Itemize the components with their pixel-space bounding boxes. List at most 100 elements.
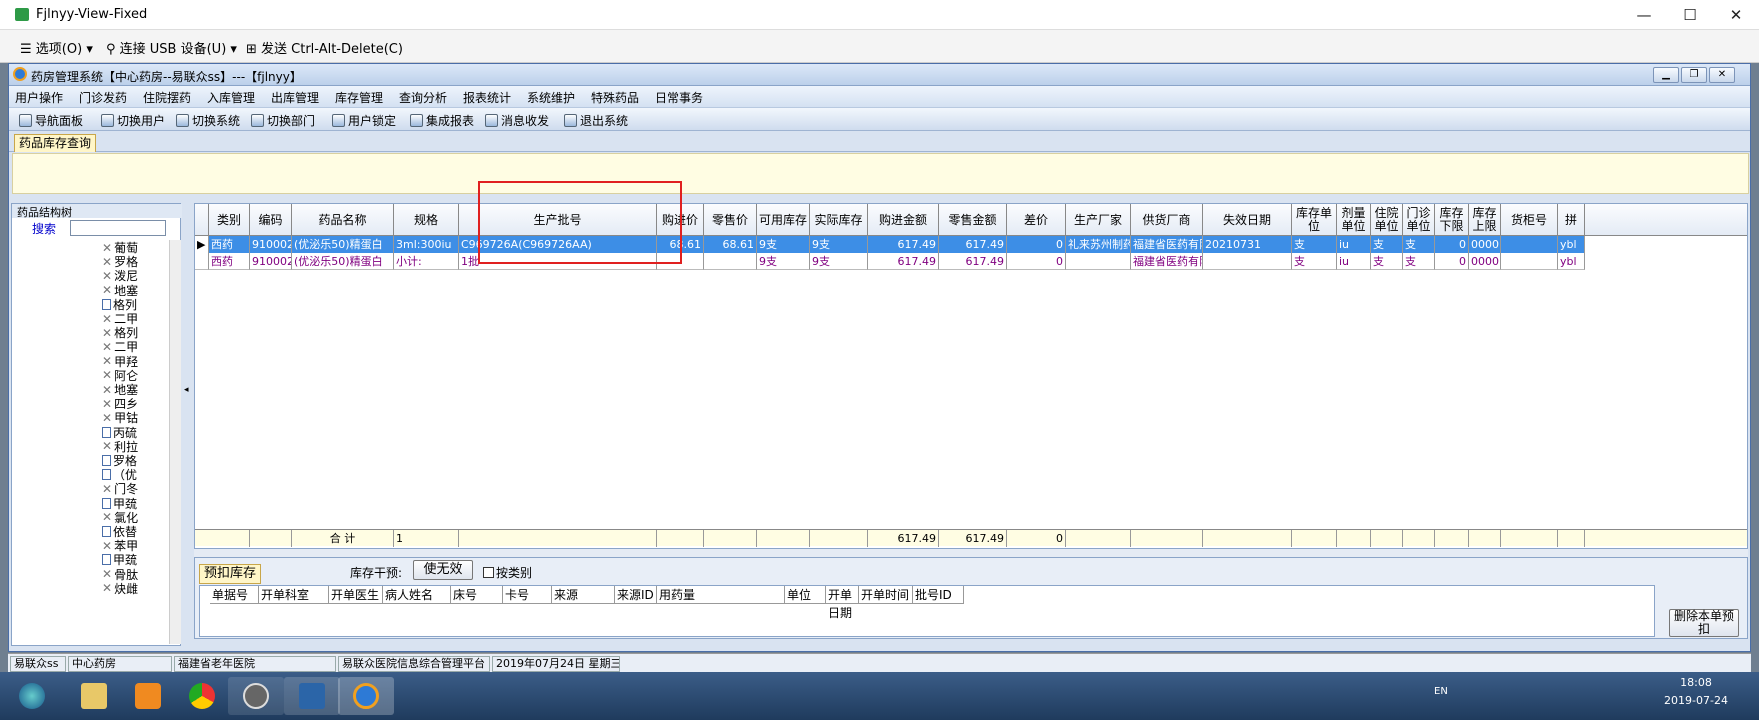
table-cell[interactable] bbox=[1501, 236, 1558, 253]
reserve-column-header[interactable]: 开单科室 bbox=[259, 586, 329, 604]
table-cell[interactable] bbox=[1066, 253, 1131, 270]
tree-collapse-handle[interactable]: ◂ bbox=[183, 203, 193, 646]
sql-taskbar-button[interactable] bbox=[284, 677, 340, 715]
tree-item[interactable]: ✕ 骨肽 bbox=[102, 567, 142, 582]
table-cell[interactable]: 3ml:300iu bbox=[394, 236, 459, 253]
reserve-column-header[interactable]: 来源ID bbox=[615, 586, 657, 604]
reserve-column-header[interactable]: 病人姓名 bbox=[383, 586, 451, 604]
nav-panel-button[interactable]: 导航面板 bbox=[19, 112, 83, 129]
menu-outpatient[interactable]: 门诊发药 bbox=[79, 89, 127, 106]
column-header[interactable]: 类别 bbox=[209, 204, 250, 236]
menu-stock-out[interactable]: 出库管理 bbox=[271, 89, 319, 106]
tab-stock-query[interactable]: 药品库存查询 bbox=[14, 134, 97, 152]
table-cell[interactable]: ybl bbox=[1558, 253, 1585, 270]
app-close-button[interactable]: ✕ bbox=[1709, 67, 1735, 83]
table-cell[interactable]: 福建省医药有限 bbox=[1131, 253, 1203, 270]
table-cell[interactable]: 支 bbox=[1292, 236, 1337, 253]
column-header[interactable]: 货柜号 bbox=[1501, 204, 1558, 236]
compass-taskbar-button[interactable] bbox=[228, 677, 284, 715]
column-header[interactable]: 差价 bbox=[1007, 204, 1066, 236]
reserve-column-header[interactable]: 开单医生 bbox=[329, 586, 383, 604]
invalidate-button[interactable]: 使无效 bbox=[413, 560, 473, 580]
column-header[interactable]: 零售价 bbox=[704, 204, 757, 236]
column-header[interactable]: 零售金额 bbox=[939, 204, 1007, 236]
table-cell[interactable]: 0 bbox=[1435, 253, 1469, 270]
table-cell[interactable]: 68.61 bbox=[704, 236, 757, 253]
exit-system-button[interactable]: 退出系统 bbox=[564, 112, 628, 129]
column-header[interactable]: 剂量单位 bbox=[1337, 204, 1371, 236]
tree-search-input[interactable] bbox=[70, 220, 166, 236]
usb-menu[interactable]: ⚲ 连接 USB 设备(U) ▾ bbox=[106, 38, 237, 57]
table-cell[interactable]: 0 bbox=[1007, 236, 1066, 253]
search-link[interactable]: 搜索 bbox=[32, 220, 56, 237]
pharmacy-taskbar-button[interactable] bbox=[338, 677, 394, 715]
table-cell[interactable] bbox=[1203, 253, 1292, 270]
menu-reports[interactable]: 报表统计 bbox=[463, 89, 511, 106]
table-cell[interactable]: 西药 bbox=[209, 253, 250, 270]
table-cell[interactable]: 9支 bbox=[757, 236, 810, 253]
tree-item[interactable]: ✕ 地塞 bbox=[102, 382, 142, 398]
tree-item[interactable]: 丙硫 bbox=[102, 425, 142, 440]
column-header[interactable]: 供货厂商 bbox=[1131, 204, 1203, 236]
reserve-column-header[interactable]: 开单日期 bbox=[826, 586, 859, 620]
column-header[interactable]: 规格 bbox=[394, 204, 459, 236]
minimize-button[interactable]: — bbox=[1621, 0, 1667, 30]
reserve-column-header[interactable]: 卡号 bbox=[503, 586, 552, 604]
tree-item[interactable]: ✕ 甲羟 bbox=[102, 354, 142, 369]
table-row[interactable]: 西药9100026(优泌乐50)精蛋白小计:1批9支9支617.49617.49… bbox=[195, 253, 1747, 270]
table-cell[interactable]: 福建省医药有限 bbox=[1131, 236, 1203, 253]
table-cell[interactable]: 小计: bbox=[394, 253, 459, 270]
integrated-report-button[interactable]: 集成报表 bbox=[410, 112, 474, 129]
table-cell[interactable]: 9支 bbox=[810, 253, 868, 270]
message-button[interactable]: 消息收发 bbox=[485, 112, 549, 129]
table-cell[interactable]: 支 bbox=[1403, 236, 1435, 253]
tree-item[interactable]: 格列 bbox=[102, 297, 142, 312]
reserve-column-header[interactable]: 来源 bbox=[552, 586, 615, 604]
menu-stock-in[interactable]: 入库管理 bbox=[207, 89, 255, 106]
reserve-column-header[interactable]: 单据号 bbox=[210, 586, 259, 604]
column-header[interactable]: 实际库存 bbox=[810, 204, 868, 236]
table-cell[interactable]: 支 bbox=[1371, 236, 1403, 253]
table-cell[interactable]: ybl bbox=[1558, 236, 1585, 253]
tree-item[interactable]: ✕ 苯甲 bbox=[102, 538, 142, 554]
tree-item[interactable]: ✕ 阿仑 bbox=[102, 368, 142, 383]
menu-inventory[interactable]: 库存管理 bbox=[335, 89, 383, 106]
options-menu[interactable]: ☰ 选项(O) ▾ bbox=[20, 38, 93, 57]
table-cell[interactable]: 0000 bbox=[1469, 236, 1501, 253]
tree-item[interactable]: ✕ 泼尼 bbox=[102, 268, 142, 284]
tree-item[interactable]: ✕ 二甲 bbox=[102, 311, 142, 327]
tree-item[interactable]: ✕ 葡萄 bbox=[102, 240, 142, 256]
table-cell[interactable]: iu bbox=[1337, 253, 1371, 270]
column-header[interactable]: 生产厂家 bbox=[1066, 204, 1131, 236]
table-row[interactable]: ▶西药9100026(优泌乐50)精蛋白3ml:300iuC969726A(C9… bbox=[195, 236, 1747, 253]
table-cell[interactable]: 9100026 bbox=[250, 236, 292, 253]
table-cell[interactable]: 9支 bbox=[757, 253, 810, 270]
switch-user-button[interactable]: 切换用户 bbox=[101, 112, 165, 129]
tree-item[interactable]: ✕ 格列 bbox=[102, 325, 142, 341]
table-cell[interactable]: 9支 bbox=[810, 236, 868, 253]
column-header[interactable]: 可用库存 bbox=[757, 204, 810, 236]
menu-system[interactable]: 系统维护 bbox=[527, 89, 575, 106]
app-minimize-button[interactable]: ▁ bbox=[1653, 67, 1679, 83]
tree-item[interactable]: ✕ 氯化 bbox=[102, 510, 142, 525]
chrome-taskbar-button[interactable] bbox=[174, 677, 230, 715]
column-header[interactable]: 药品名称 bbox=[292, 204, 394, 236]
table-cell[interactable]: 礼来苏州制药有限 bbox=[1066, 236, 1131, 253]
tree-item[interactable]: ✕ 门冬 bbox=[102, 481, 142, 497]
table-cell[interactable]: iu bbox=[1337, 236, 1371, 253]
tree-item[interactable]: ✕ 二甲 bbox=[102, 339, 142, 355]
delete-reserve-button[interactable]: 删除本单预扣 bbox=[1669, 609, 1739, 637]
table-cell[interactable] bbox=[1501, 253, 1558, 270]
table-cell[interactable]: 支 bbox=[1371, 253, 1403, 270]
table-cell[interactable]: 9100026 bbox=[250, 253, 292, 270]
column-header[interactable]: 购进金额 bbox=[868, 204, 939, 236]
lang-indicator[interactable]: EN bbox=[1434, 686, 1448, 697]
reserve-column-header[interactable]: 开单时间 bbox=[859, 586, 913, 604]
table-cell[interactable] bbox=[704, 253, 757, 270]
tree-item[interactable]: ✕ 炔雌 bbox=[102, 581, 142, 596]
column-header[interactable]: 门诊单位 bbox=[1403, 204, 1435, 236]
switch-system-button[interactable]: 切换系统 bbox=[176, 112, 240, 129]
menu-daily[interactable]: 日常事务 bbox=[655, 89, 703, 106]
table-cell[interactable]: 0 bbox=[1435, 236, 1469, 253]
tree-item[interactable]: 依替 bbox=[102, 524, 142, 539]
